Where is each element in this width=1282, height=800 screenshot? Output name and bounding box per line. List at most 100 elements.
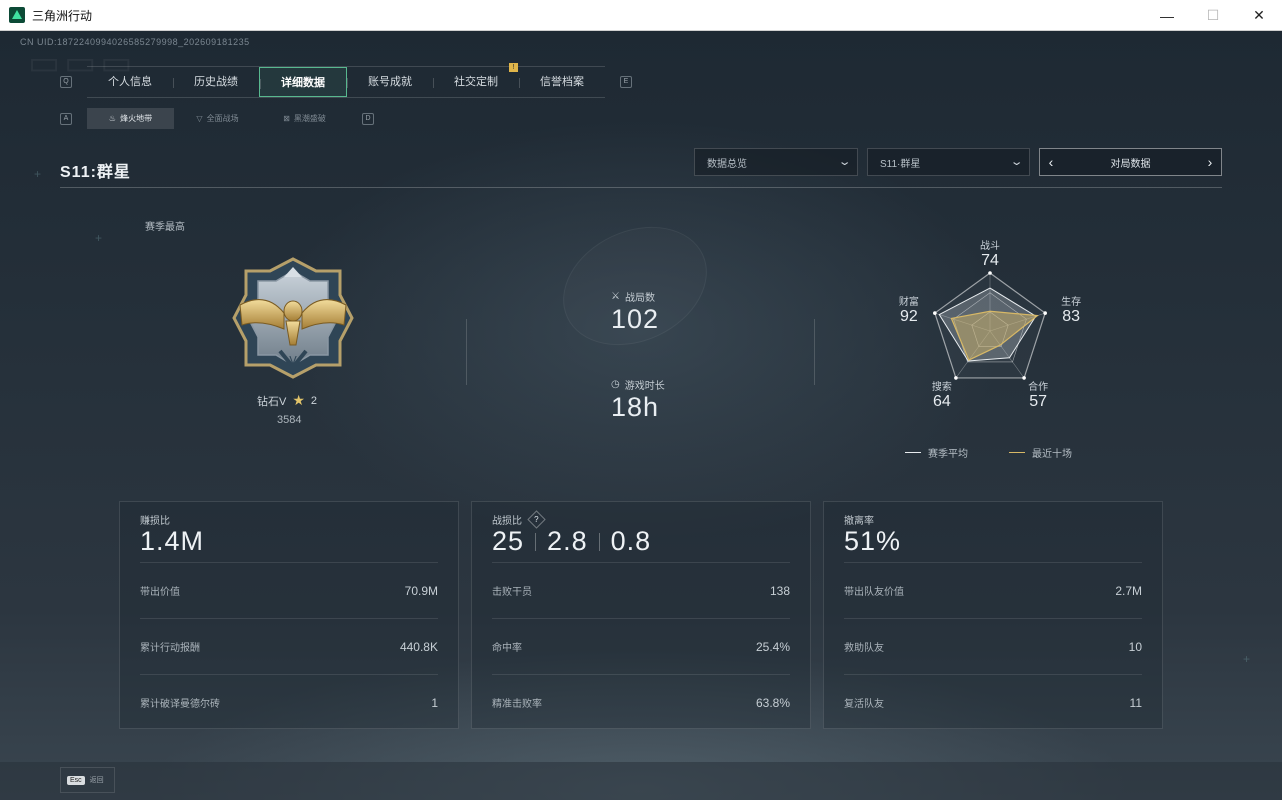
eagle-rank-badge-icon: V [232, 257, 354, 379]
radar-axis-label: 战斗 [980, 240, 1000, 252]
key-hint-e: E [620, 76, 632, 88]
mode-tab-label: 全面战场 [206, 114, 239, 123]
radar-axis-value: 64 [933, 393, 951, 410]
stat-value: 11 [1129, 695, 1142, 710]
section-divider [466, 319, 467, 385]
tab-personal-info[interactable]: 个人信息 [87, 67, 173, 97]
legend-line-recent [1009, 452, 1025, 453]
back-button[interactable]: Esc 返回 [60, 767, 115, 793]
mode-tab-black-tide[interactable]: ⊠ 黑潮盛破 [261, 108, 348, 129]
game-stage: ▭▭▭ + + + CN UID:1872240994026585279998_… [0, 31, 1282, 800]
tab-history[interactable]: 历史战绩 [173, 67, 259, 97]
battlefield-icon: ▽ [196, 114, 203, 123]
card-main-value: 51% [844, 526, 902, 556]
stat-value: 138 [769, 583, 790, 598]
stat-row: 带出价值 70.9M [140, 562, 438, 618]
mode-tab-bar: ♨ 烽火地带 ▽ 全面战场 ⊠ 黑潮盛破 [87, 108, 348, 129]
legend-season-label: 赛季平均 [928, 449, 968, 460]
match-data-pager: ‹ 对局数据 › [1039, 148, 1222, 176]
stat-row: 命中率 25.4% [492, 618, 790, 674]
player-uid: CN UID:1872240994026585279998_2026091812… [20, 37, 250, 47]
notification-badge: ! [509, 63, 518, 72]
stat-value: 70.9M [404, 583, 438, 598]
footer-bar: Esc 返回 [0, 762, 1282, 800]
radar-axis-label: 生存 [1061, 295, 1081, 308]
playtime-value: 18h [611, 392, 660, 422]
card-stat-list: 带出价值 70.9M 累计行动报酬 440.8K 累计破译曼德尔砖 1 [140, 562, 438, 730]
card-title-row: 战损比 ? [492, 510, 546, 529]
stat-label: 带出队友价值 [844, 587, 904, 598]
back-label: 返回 [89, 777, 104, 784]
stat-value: 10 [1128, 639, 1142, 654]
window-title: 三角洲行动 [32, 8, 93, 23]
stat-row: 救助队友 10 [844, 618, 1142, 674]
tab-detailed-data[interactable]: 详细数据 [259, 67, 347, 97]
radar-axis-label: 搜索 [932, 380, 952, 393]
tab-achievements[interactable]: 账号成就 [347, 67, 433, 97]
mode-tab-label: 烽火地带 [120, 114, 153, 123]
radar-vertex-dot [988, 271, 992, 275]
stat-value: 1 [431, 695, 438, 710]
key-hint-q: Q [60, 76, 72, 88]
card-title: 战损比 [492, 516, 522, 527]
pager-label: 对局数据 [1110, 158, 1151, 170]
view-dropdown-value: 数据总览 [707, 158, 747, 170]
extraction-card: 撤离率 51% 带出队友价值 2.7M 救助队友 10 复活队友 11 [823, 501, 1163, 729]
view-dropdown[interactable]: 数据总览 ⌄ [694, 148, 858, 176]
radar-axis-label: 合作 [1028, 380, 1048, 393]
radar-vertex-dot [954, 376, 958, 380]
rank-stars: 2 [310, 394, 318, 407]
stat-label: 累计行动报酬 [140, 643, 200, 654]
ability-radar-chart: 战斗74 生存83 合作57 搜索64 财富92 [899, 240, 1081, 410]
value-divider [598, 532, 600, 551]
radar-vertex-dot [1022, 376, 1026, 380]
svg-text:V: V [289, 354, 297, 367]
chevron-down-icon: ⌄ [837, 156, 852, 168]
matches-value: 102 [611, 304, 660, 334]
rank-tier: 钻石V [257, 395, 287, 408]
crosshair-decor-icon: + [34, 167, 42, 181]
stat-label: 带出价值 [140, 587, 180, 598]
key-hint-a: A [60, 113, 72, 125]
radar-vertex-dot [1043, 311, 1047, 315]
stat-row: 累计行动报酬 440.8K [140, 618, 438, 674]
radar-axis-value: 74 [981, 252, 999, 269]
stat-label: 命中率 [492, 643, 522, 654]
radar-vertex-dot [933, 311, 937, 315]
key-hint-d: D [362, 113, 374, 125]
radar-axis-label: 财富 [899, 295, 919, 308]
mode-tab-battlefield[interactable]: ▽ 全面战场 [174, 108, 261, 129]
legend-season-average: 赛季平均 [905, 445, 968, 460]
stat-value: 2.7M [1115, 583, 1142, 598]
profit-card: 赚损比 1.4M 带出价值 70.9M 累计行动报酬 440.8K 累计破译曼德尔砖… [119, 501, 459, 729]
legend-recent-ten: 最近十场 [1009, 445, 1072, 460]
window-titlebar: 三角洲行动 — ☐ ✕ [0, 0, 1282, 31]
tab-reputation[interactable]: 信誉档案 [519, 67, 605, 97]
tab-social[interactable]: 社交定制 [433, 67, 519, 97]
crosshair-decor-icon: + [1243, 652, 1251, 666]
chevron-left-icon[interactable]: ‹ [1040, 154, 1062, 170]
season-dropdown[interactable]: S11·群星 ⌄ [867, 148, 1030, 176]
stat-row: 精准击败率 63.8% [492, 674, 790, 730]
radar-axis-value: 57 [1029, 393, 1047, 410]
close-button[interactable]: ✕ [1236, 0, 1282, 31]
chevron-right-icon[interactable]: › [1199, 154, 1221, 170]
flame-icon: ♨ [108, 114, 117, 123]
maximize-button[interactable]: ☐ [1190, 0, 1236, 31]
kd-card: 战损比 ? 25 2.8 0.8 击败干员 138 命中率 25.4% 精准击败率 6… [471, 501, 811, 729]
clock-icon: ◷ [611, 379, 620, 390]
minimize-button[interactable]: — [1144, 0, 1190, 31]
playtime-label: 游戏时长 [624, 381, 665, 392]
section-divider [814, 319, 815, 385]
stat-label: 救助队友 [844, 643, 884, 654]
crossed-swords-icon: ⚔ [611, 291, 620, 302]
mode-tab-hazard-zone[interactable]: ♨ 烽火地带 [87, 108, 174, 129]
stat-label: 累计破译曼德尔砖 [140, 699, 220, 710]
matches-label-row: ⚔ 战局数 [611, 289, 655, 304]
card-title: 撤离率 [844, 516, 874, 527]
card-main-value: 0.8 [610, 526, 652, 556]
card-main-value: 1.4M [140, 526, 205, 556]
tide-icon: ⊠ [283, 114, 290, 123]
radar-axis-value: 92 [900, 308, 918, 325]
stat-value: 63.8% [755, 695, 790, 710]
